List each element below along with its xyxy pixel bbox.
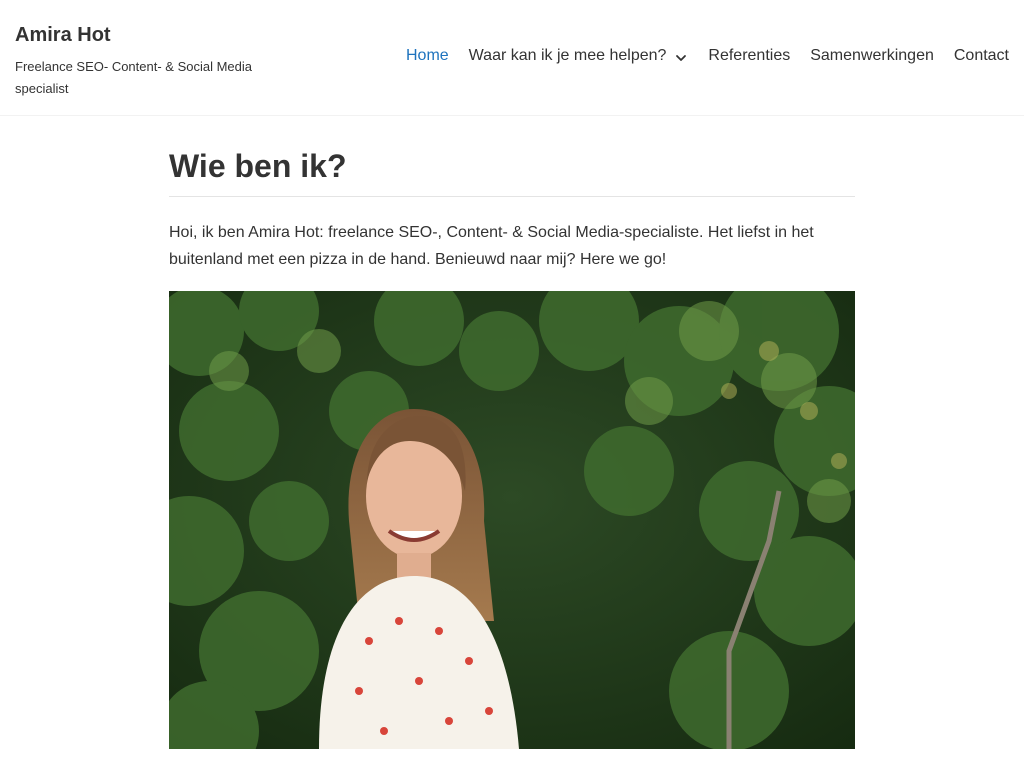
main-navigation: Home Waar kan ik je mee helpen? Referent… (406, 44, 1009, 68)
intro-paragraph: Hoi, ik ben Amira Hot: freelance SEO-, C… (169, 224, 814, 268)
nav-item-referenties[interactable]: Referenties (708, 44, 790, 68)
nav-item-contact[interactable]: Contact (954, 44, 1009, 68)
site-header: Amira Hot Freelance SEO- Content- & Soci… (0, 0, 1024, 116)
site-title[interactable]: Amira Hot (15, 22, 295, 48)
portrait-photo (169, 291, 855, 749)
site-branding: Amira Hot Freelance SEO- Content- & Soci… (15, 22, 295, 100)
main-content: Wie ben ik? Hoi, ik ben Amira Hot: freel… (169, 146, 855, 273)
nav-item-label: Samenwerkingen (810, 47, 934, 64)
site-tagline: Freelance SEO- Content- & Social Media s… (15, 59, 252, 96)
nav-item-samenwerkingen[interactable]: Samenwerkingen (810, 44, 934, 68)
nav-item-label: Home (405, 47, 449, 64)
nav-item-services[interactable]: Waar kan ik je mee helpen? (469, 44, 689, 68)
page-title: Wie ben ik? (169, 146, 855, 197)
nav-item-label: Waar kan ik je mee helpen? (468, 47, 667, 64)
nav-item-home[interactable]: Home (406, 44, 449, 68)
nav-item-label: Referenties (708, 47, 791, 64)
chevron-down-icon[interactable] (674, 49, 688, 63)
nav-item-label: Contact (953, 47, 1009, 64)
